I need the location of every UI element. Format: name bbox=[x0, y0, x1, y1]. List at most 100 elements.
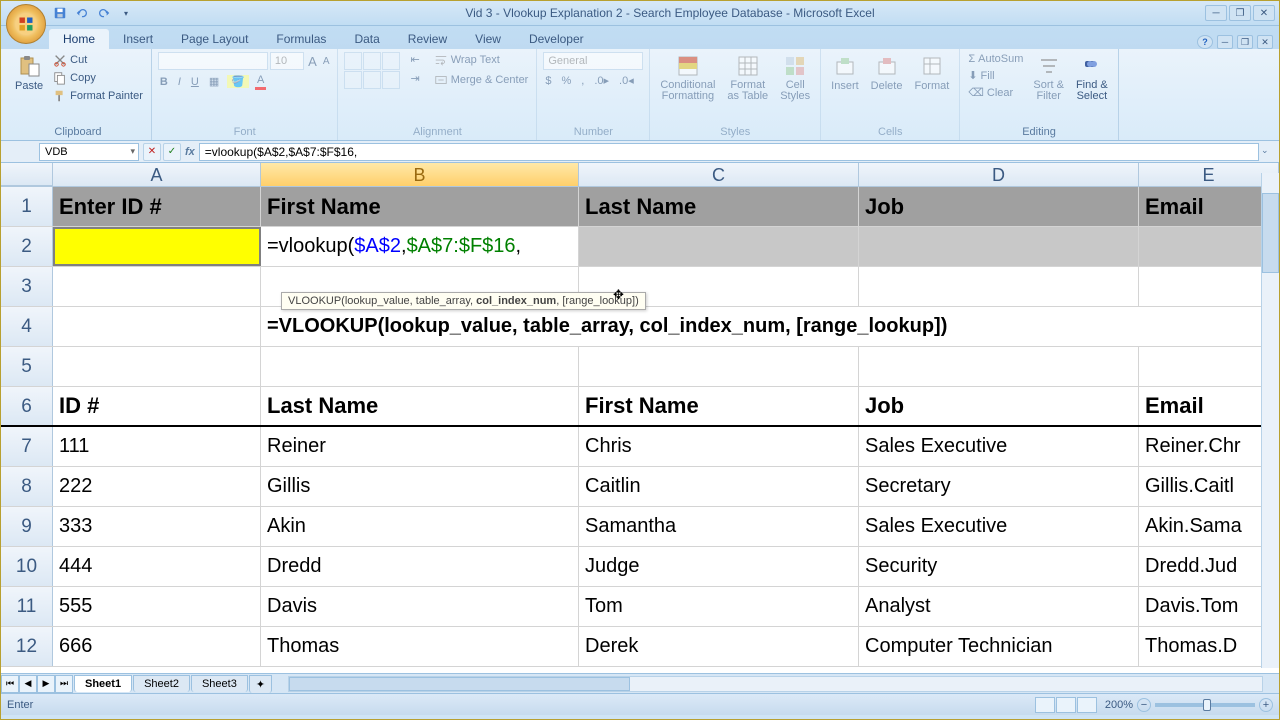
grow-font-icon[interactable]: A bbox=[306, 53, 319, 70]
cell[interactable] bbox=[53, 267, 261, 306]
font-family-combo[interactable] bbox=[158, 52, 268, 70]
bold-button[interactable]: B bbox=[158, 75, 170, 89]
row-header[interactable]: 5 bbox=[1, 347, 53, 386]
new-sheet-button[interactable]: ✦ bbox=[249, 675, 272, 693]
workbook-close-button[interactable]: ✕ bbox=[1257, 35, 1273, 49]
cell[interactable] bbox=[261, 347, 579, 386]
sheet-tab-1[interactable]: Sheet1 bbox=[74, 675, 132, 692]
cell[interactable] bbox=[859, 347, 1139, 386]
sort-filter-button[interactable]: Sort & Filter bbox=[1029, 52, 1068, 104]
row-header[interactable]: 10 bbox=[1, 547, 53, 586]
horizontal-scrollbar[interactable] bbox=[288, 676, 1263, 692]
office-button[interactable] bbox=[6, 4, 46, 44]
sheet-tab-3[interactable]: Sheet3 bbox=[191, 675, 248, 692]
insert-cells-button[interactable]: Insert bbox=[827, 52, 863, 94]
expand-formula-bar-icon[interactable]: ⌄ bbox=[1261, 145, 1275, 159]
cell[interactable]: Enter ID # bbox=[53, 187, 261, 226]
italic-button[interactable]: I bbox=[176, 75, 183, 89]
format-painter-button[interactable]: Format Painter bbox=[51, 88, 145, 104]
alignment-grid[interactable] bbox=[344, 52, 400, 89]
zoom-value[interactable]: 200% bbox=[1105, 699, 1133, 711]
tab-data[interactable]: Data bbox=[340, 29, 393, 49]
cell[interactable]: 555 bbox=[53, 587, 261, 626]
conditional-formatting-button[interactable]: Conditional Formatting bbox=[656, 52, 719, 104]
row-header[interactable]: 11 bbox=[1, 587, 53, 626]
format-as-table-button[interactable]: Format as Table bbox=[723, 52, 772, 104]
minimize-button[interactable]: ─ bbox=[1205, 5, 1227, 21]
increase-decimal-button[interactable]: .0▸ bbox=[592, 73, 611, 88]
workbook-minimize-button[interactable]: ─ bbox=[1217, 35, 1233, 49]
name-box[interactable]: VDB bbox=[39, 143, 139, 161]
redo-icon[interactable] bbox=[95, 4, 113, 22]
cell[interactable]: 111 bbox=[53, 427, 261, 466]
cell[interactable]: Reiner.Chr bbox=[1139, 427, 1279, 466]
cell-enter-id[interactable] bbox=[53, 227, 261, 266]
cell[interactable]: Caitlin bbox=[579, 467, 859, 506]
cell[interactable] bbox=[859, 227, 1139, 266]
sheet-nav-prev-icon[interactable]: ◀ bbox=[19, 675, 37, 693]
sheet-nav-last-icon[interactable]: ⏭ bbox=[55, 675, 73, 693]
copy-button[interactable]: Copy bbox=[51, 70, 145, 86]
fill-color-button[interactable]: 🪣 bbox=[227, 75, 249, 88]
autosum-button[interactable]: Σ AutoSum bbox=[966, 52, 1025, 66]
cell[interactable] bbox=[859, 267, 1139, 306]
cell[interactable] bbox=[1139, 347, 1279, 386]
row-header[interactable]: 4 bbox=[1, 307, 53, 346]
cell[interactable]: Dredd.Jud bbox=[1139, 547, 1279, 586]
zoom-in-button[interactable]: + bbox=[1259, 698, 1273, 712]
indent-decrease-icon[interactable]: ⇤ bbox=[408, 52, 421, 67]
sheet-tab-2[interactable]: Sheet2 bbox=[133, 675, 190, 692]
col-header-e[interactable]: E bbox=[1139, 163, 1279, 186]
shrink-font-icon[interactable]: A bbox=[321, 55, 332, 68]
view-normal-button[interactable] bbox=[1035, 697, 1055, 713]
merge-center-button[interactable]: Merge & Center bbox=[432, 72, 531, 88]
cell[interactable]: Samantha bbox=[579, 507, 859, 546]
sheet-nav-next-icon[interactable]: ▶ bbox=[37, 675, 55, 693]
font-size-combo[interactable]: 10 bbox=[270, 52, 304, 70]
help-icon[interactable]: ? bbox=[1197, 35, 1213, 49]
number-format-combo[interactable]: General bbox=[543, 52, 643, 70]
cell[interactable]: Judge bbox=[579, 547, 859, 586]
cell[interactable]: Derek bbox=[579, 627, 859, 666]
find-select-button[interactable]: Find & Select bbox=[1072, 52, 1112, 104]
underline-button[interactable]: U bbox=[189, 75, 201, 89]
vertical-scrollbar[interactable] bbox=[1261, 173, 1279, 668]
cell[interactable]: Thomas.D bbox=[1139, 627, 1279, 666]
undo-icon[interactable] bbox=[73, 4, 91, 22]
delete-cells-button[interactable]: Delete bbox=[867, 52, 907, 94]
cell[interactable]: 222 bbox=[53, 467, 261, 506]
indent-increase-icon[interactable]: ⇥ bbox=[408, 71, 421, 86]
row-header[interactable]: 9 bbox=[1, 507, 53, 546]
cell[interactable]: 444 bbox=[53, 547, 261, 586]
cell[interactable]: Email bbox=[1139, 387, 1279, 425]
cell[interactable]: Secretary bbox=[859, 467, 1139, 506]
percent-button[interactable]: % bbox=[559, 74, 573, 88]
cell[interactable]: 333 bbox=[53, 507, 261, 546]
fill-button[interactable]: ⬇ Fill bbox=[966, 68, 1025, 83]
cell[interactable]: Last Name bbox=[261, 387, 579, 425]
row-header[interactable]: 2 bbox=[1, 227, 53, 266]
view-page-layout-button[interactable] bbox=[1056, 697, 1076, 713]
cell[interactable]: Chris bbox=[579, 427, 859, 466]
cell[interactable]: First Name bbox=[261, 187, 579, 226]
row-header[interactable]: 6 bbox=[1, 387, 53, 425]
cell[interactable]: Sales Executive bbox=[859, 507, 1139, 546]
sheet-nav-first-icon[interactable]: ⏮ bbox=[1, 675, 19, 693]
format-cells-button[interactable]: Format bbox=[910, 52, 953, 94]
formula-tooltip[interactable]: VLOOKUP(lookup_value, table_array, col_i… bbox=[281, 292, 646, 310]
cell[interactable] bbox=[579, 227, 859, 266]
accept-formula-icon[interactable]: ✓ bbox=[163, 143, 181, 161]
cell[interactable] bbox=[1139, 267, 1279, 306]
tab-review[interactable]: Review bbox=[394, 29, 461, 49]
tab-view[interactable]: View bbox=[461, 29, 515, 49]
paste-button[interactable]: Paste bbox=[11, 52, 47, 94]
cell[interactable]: Reiner bbox=[261, 427, 579, 466]
select-all-corner[interactable] bbox=[1, 163, 53, 186]
spreadsheet-grid[interactable]: A B C D E 1 Enter ID # First Name Last N… bbox=[1, 163, 1279, 673]
cell[interactable]: Akin.Sama bbox=[1139, 507, 1279, 546]
cell[interactable]: First Name bbox=[579, 387, 859, 425]
cell[interactable]: Security bbox=[859, 547, 1139, 586]
formula-input[interactable]: =vlookup($A$2,$A$7:$F$16, bbox=[199, 143, 1259, 161]
cell[interactable]: Davis.Tom bbox=[1139, 587, 1279, 626]
cell[interactable]: Gillis.Caitl bbox=[1139, 467, 1279, 506]
